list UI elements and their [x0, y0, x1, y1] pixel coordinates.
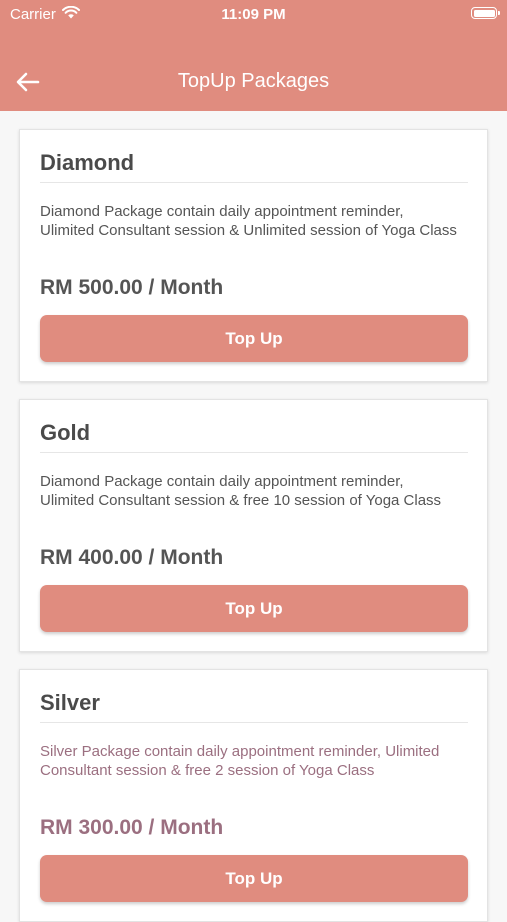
package-card-diamond: Diamond Diamond Package contain daily ap… — [19, 129, 488, 382]
divider — [40, 452, 468, 453]
app-header: Carrier 11:09 PM TopUp Packages — [0, 0, 507, 111]
package-name: Gold — [40, 420, 91, 445]
package-name: Silver — [40, 690, 100, 715]
package-price: RM 300.00 / Month — [40, 816, 224, 839]
battery-icon — [471, 7, 500, 19]
top-up-button[interactable]: Top Up — [40, 855, 468, 902]
package-card-silver: Silver Silver Package contain daily appo… — [19, 669, 488, 922]
page-title: TopUp Packages — [177, 70, 330, 92]
package-description: Silver Package contain daily appointment… — [40, 743, 440, 779]
package-name: Diamond — [40, 150, 135, 175]
divider — [40, 182, 468, 183]
status-time: 11:09 PM — [221, 6, 286, 23]
package-price: RM 400.00 / Month — [40, 546, 224, 569]
top-up-button[interactable]: Top Up — [40, 315, 468, 362]
package-price: RM 500.00 / Month — [40, 276, 224, 299]
top-up-button[interactable]: Top Up — [40, 585, 468, 632]
nav-bar: TopUp Packages — [0, 58, 507, 106]
package-card-gold: Gold Diamond Package contain daily appoi… — [19, 399, 488, 652]
package-description: Diamond Package contain daily appointmen… — [40, 473, 442, 509]
status-bar: Carrier 11:09 PM — [0, 0, 507, 30]
package-description: Diamond Package contain daily appointmen… — [40, 203, 457, 239]
divider — [40, 722, 468, 723]
